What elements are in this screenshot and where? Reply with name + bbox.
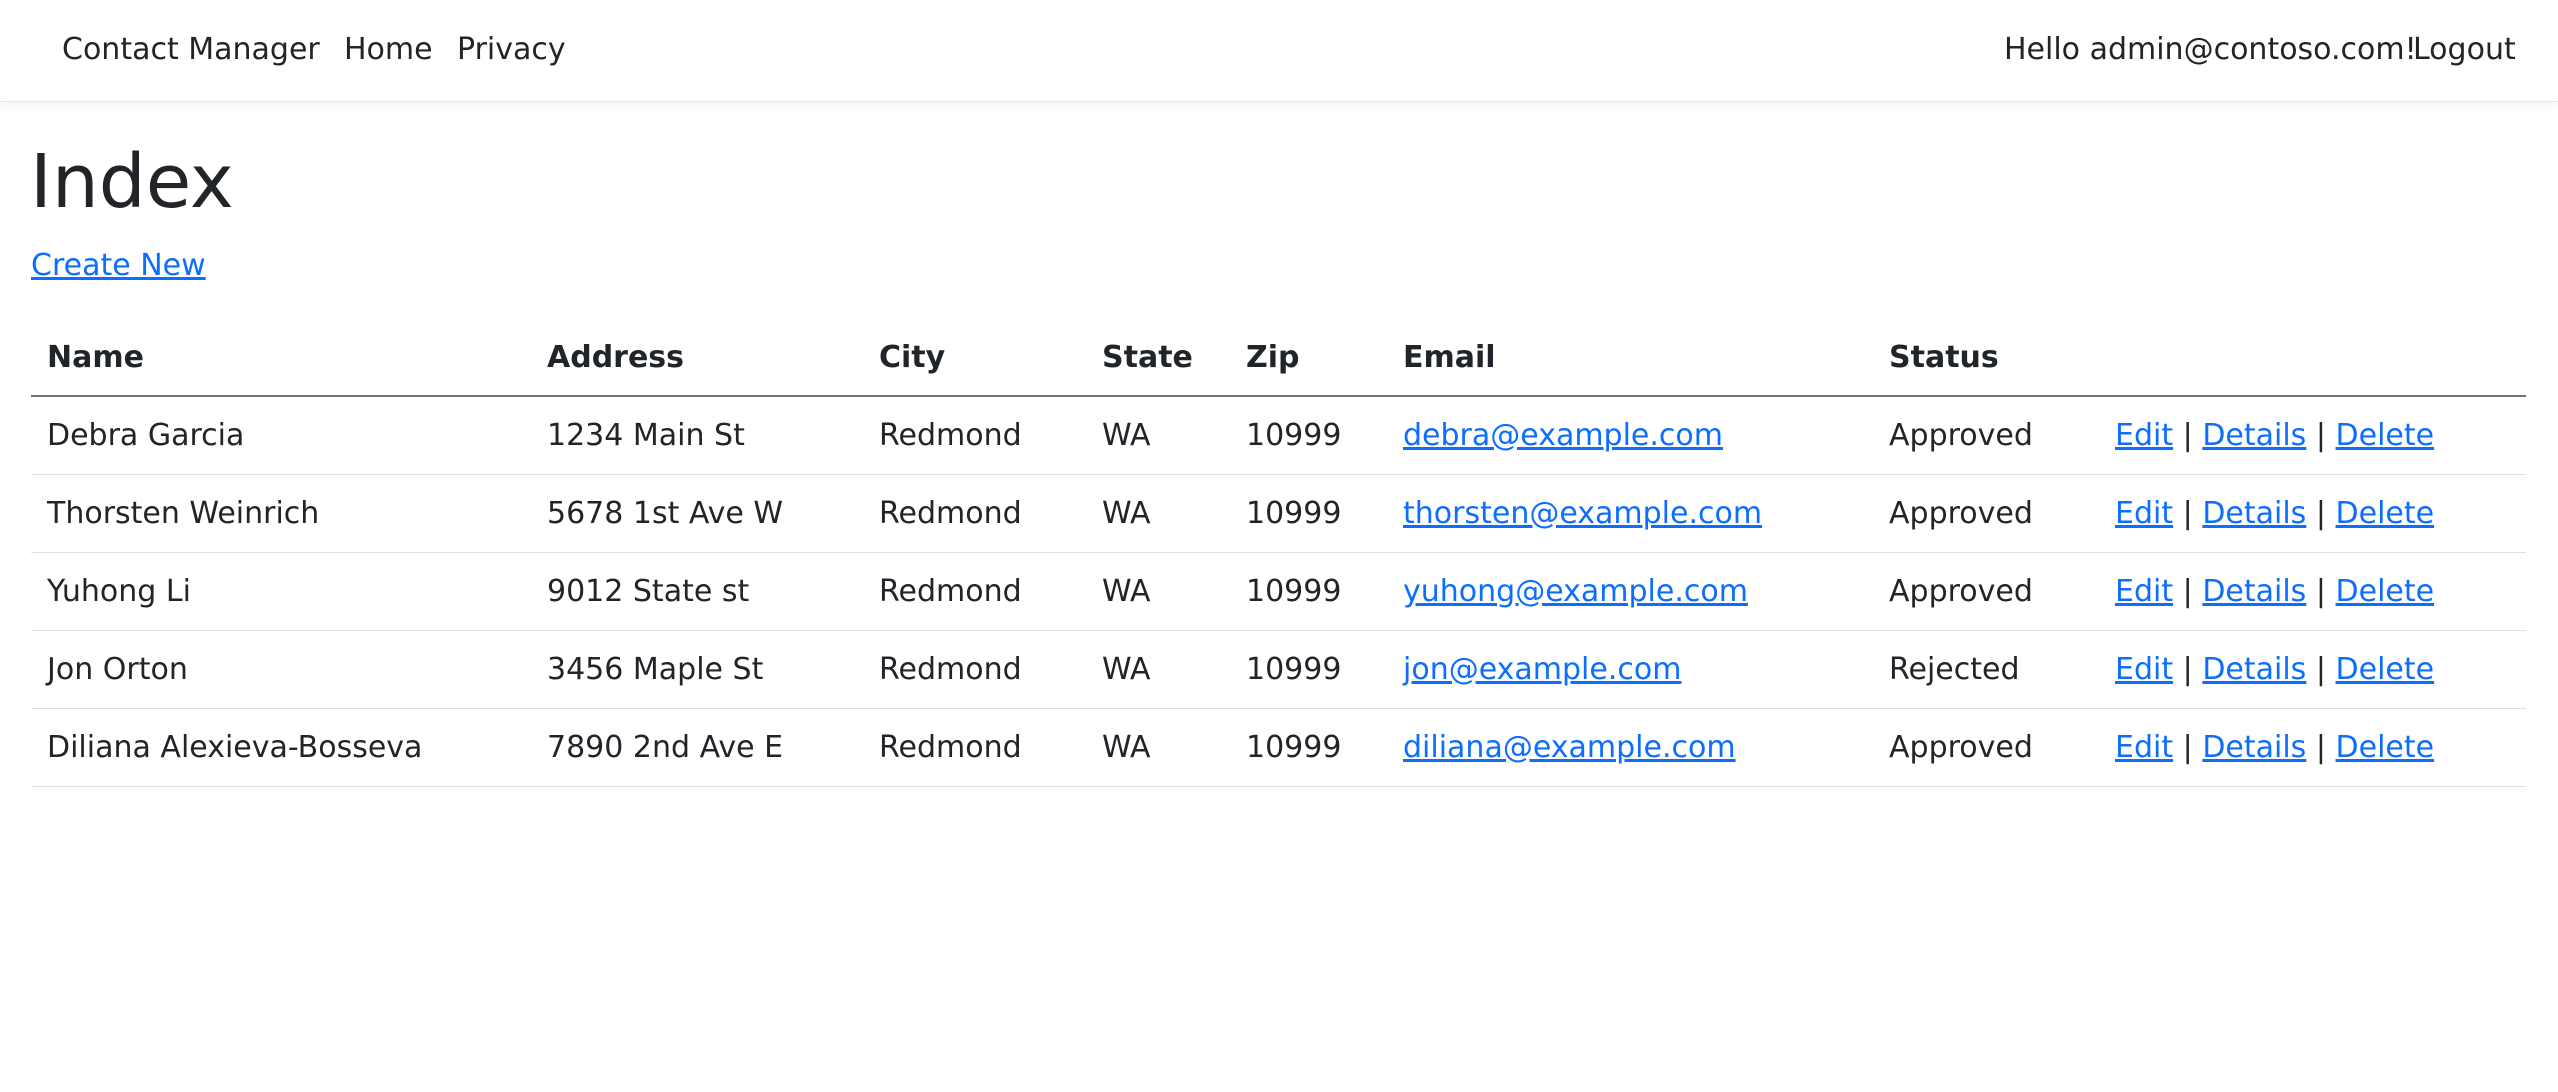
column-header-zip: Zip (1230, 320, 1387, 397)
delete-link[interactable]: Delete (2336, 496, 2435, 531)
cell-status: Approved (1873, 396, 2099, 475)
action-separator: | (2182, 573, 2193, 609)
details-link[interactable]: Details (2202, 652, 2306, 687)
cell-actions: Edit | Details | Delete (2099, 708, 2526, 787)
action-separator: | (2182, 417, 2193, 453)
action-separator: | (2315, 729, 2326, 765)
cell-name: Thorsten Weinrich (31, 474, 531, 553)
edit-link[interactable]: Edit (2115, 574, 2173, 609)
table-row: Thorsten Weinrich 5678 1st Ave W Redmond… (31, 474, 2526, 553)
edit-link[interactable]: Edit (2115, 496, 2173, 531)
logout-button[interactable]: Logout (2413, 35, 2516, 65)
cell-address: 7890 2nd Ave E (531, 708, 863, 787)
table-row: Diliana Alexieva-Bosseva 7890 2nd Ave E … (31, 708, 2526, 787)
cell-name: Diliana Alexieva-Bosseva (31, 708, 531, 787)
table-header-row: Name Address City State Zip Email Status (31, 320, 2526, 397)
edit-link[interactable]: Edit (2115, 652, 2173, 687)
cell-state: WA (1086, 708, 1230, 787)
action-separator: | (2315, 573, 2326, 609)
cell-actions: Edit | Details | Delete (2099, 630, 2526, 709)
contacts-table: Name Address City State Zip Email Status… (31, 320, 2526, 787)
email-link[interactable]: diliana@example.com (1403, 730, 1736, 765)
action-separator: | (2182, 651, 2193, 687)
cell-status: Approved (1873, 474, 2099, 553)
cell-address: 1234 Main St (531, 396, 863, 475)
column-header-email: Email (1387, 320, 1873, 397)
column-header-status: Status (1873, 320, 2099, 397)
nav-link-home[interactable]: Home (344, 35, 433, 65)
cell-status: Rejected (1873, 630, 2099, 709)
cell-state: WA (1086, 474, 1230, 553)
cell-email: debra@example.com (1387, 396, 1873, 475)
edit-link[interactable]: Edit (2115, 418, 2173, 453)
cell-email: yuhong@example.com (1387, 552, 1873, 631)
delete-link[interactable]: Delete (2336, 574, 2435, 609)
table-row: Yuhong Li 9012 State st Redmond WA 10999… (31, 552, 2526, 631)
cell-zip: 10999 (1230, 396, 1387, 475)
table-row: Debra Garcia 1234 Main St Redmond WA 109… (31, 396, 2526, 475)
cell-email: thorsten@example.com (1387, 474, 1873, 553)
email-link[interactable]: thorsten@example.com (1403, 496, 1762, 531)
page-title: Index (30, 139, 234, 225)
cell-email: diliana@example.com (1387, 708, 1873, 787)
cell-name: Yuhong Li (31, 552, 531, 631)
cell-city: Redmond (863, 396, 1086, 475)
details-link[interactable]: Details (2202, 730, 2306, 765)
delete-link[interactable]: Delete (2336, 418, 2435, 453)
create-new-link[interactable]: Create New (31, 248, 206, 284)
action-separator: | (2315, 495, 2326, 531)
column-header-city: City (863, 320, 1086, 397)
cell-city: Redmond (863, 474, 1086, 553)
brand-link[interactable]: Contact Manager (62, 35, 320, 65)
cell-status: Approved (1873, 552, 2099, 631)
cell-actions: Edit | Details | Delete (2099, 552, 2526, 631)
cell-address: 9012 State st (531, 552, 863, 631)
column-header-name: Name (31, 320, 531, 397)
cell-address: 3456 Maple St (531, 630, 863, 709)
cell-zip: 10999 (1230, 552, 1387, 631)
email-link[interactable]: yuhong@example.com (1403, 574, 1748, 609)
cell-state: WA (1086, 630, 1230, 709)
cell-name: Debra Garcia (31, 396, 531, 475)
cell-address: 5678 1st Ave W (531, 474, 863, 553)
delete-link[interactable]: Delete (2336, 652, 2435, 687)
cell-zip: 10999 (1230, 474, 1387, 553)
cell-state: WA (1086, 552, 1230, 631)
action-separator: | (2315, 651, 2326, 687)
action-separator: | (2315, 417, 2326, 453)
cell-city: Redmond (863, 708, 1086, 787)
cell-city: Redmond (863, 552, 1086, 631)
cell-zip: 10999 (1230, 630, 1387, 709)
details-link[interactable]: Details (2202, 418, 2306, 453)
action-separator: | (2182, 495, 2193, 531)
cell-actions: Edit | Details | Delete (2099, 396, 2526, 475)
action-separator: | (2182, 729, 2193, 765)
cell-status: Approved (1873, 708, 2099, 787)
nav-link-user-greeting[interactable]: Hello admin@contoso.com! (2004, 35, 2417, 65)
table-row: Jon Orton 3456 Maple St Redmond WA 10999… (31, 630, 2526, 709)
column-header-state: State (1086, 320, 1230, 397)
email-link[interactable]: debra@example.com (1403, 418, 1723, 453)
cell-city: Redmond (863, 630, 1086, 709)
details-link[interactable]: Details (2202, 496, 2306, 531)
top-navbar: Contact Manager Home Privacy Hello admin… (0, 0, 2558, 102)
delete-link[interactable]: Delete (2336, 730, 2435, 765)
column-header-actions (2099, 320, 2526, 397)
cell-email: jon@example.com (1387, 630, 1873, 709)
cell-name: Jon Orton (31, 630, 531, 709)
email-link[interactable]: jon@example.com (1403, 652, 1681, 687)
edit-link[interactable]: Edit (2115, 730, 2173, 765)
column-header-address: Address (531, 320, 863, 397)
details-link[interactable]: Details (2202, 574, 2306, 609)
cell-zip: 10999 (1230, 708, 1387, 787)
cell-state: WA (1086, 396, 1230, 475)
cell-actions: Edit | Details | Delete (2099, 474, 2526, 553)
nav-link-privacy[interactable]: Privacy (457, 35, 566, 65)
